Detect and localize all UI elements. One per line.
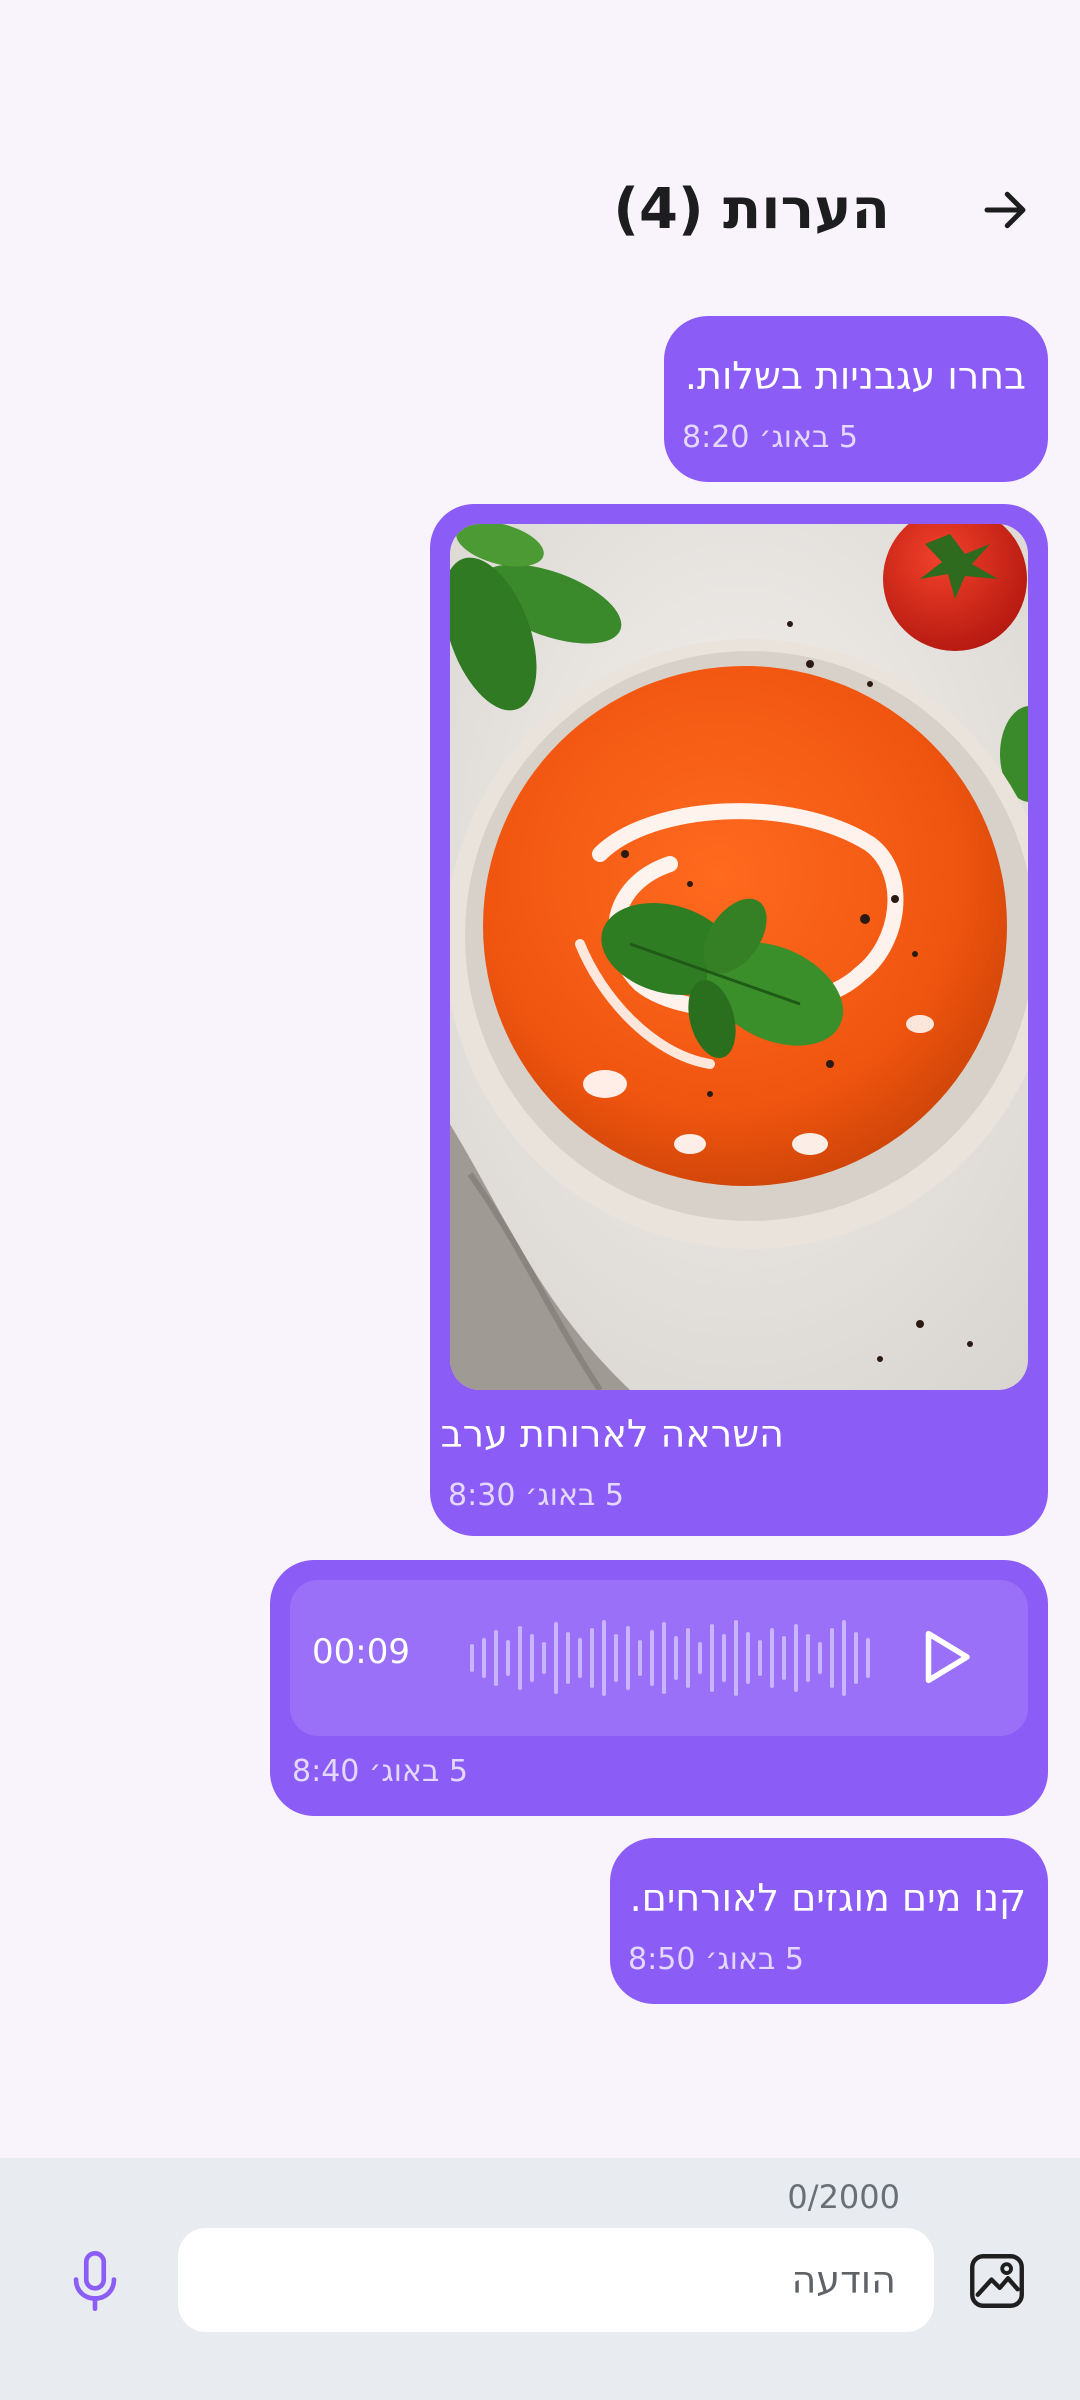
image-caption: השראה לארוחת ערב <box>440 1412 784 1456</box>
audio-duration: 00:09 <box>312 1632 410 1672</box>
message-bubble[interactable]: בחרו עגבניות בשלות. 5 באוג׳ 8:20 <box>664 316 1048 482</box>
waveform <box>470 1620 870 1696</box>
message-time: 5 באוג׳ 8:50 <box>628 1942 804 1977</box>
image-gallery-icon <box>970 2254 1024 2308</box>
char-counter: 0/2000 <box>787 2178 900 2216</box>
app-header: הערות (4) <box>0 160 1080 260</box>
audio-player: 00:09 <box>290 1580 1028 1736</box>
message-time: 5 באוג׳ 8:40 <box>292 1754 468 1789</box>
message-text: קנו מים מוגזים לאורחים. <box>629 1876 1026 1920</box>
tomato-soup-photo[interactable] <box>450 524 1028 1390</box>
message-composer: 0/2000 <box>0 2158 1080 2400</box>
image-message-bubble[interactable]: השראה לארוחת ערב 5 באוג׳ 8:30 <box>430 504 1048 1536</box>
message-bubble[interactable]: קנו מים מוגזים לאורחים. 5 באוג׳ 8:50 <box>610 1838 1048 2004</box>
back-button[interactable] <box>970 175 1040 245</box>
play-button[interactable] <box>912 1624 978 1690</box>
play-icon <box>925 1630 970 1684</box>
audio-message-bubble[interactable]: 00:09 5 באוג׳ 8:40 <box>270 1560 1048 1816</box>
attach-image-button[interactable] <box>964 2248 1030 2314</box>
arrow-right-icon <box>984 191 1026 229</box>
voice-record-button[interactable] <box>60 2246 130 2316</box>
message-time: 5 באוג׳ 8:30 <box>448 1478 624 1513</box>
message-time: 5 באוג׳ 8:20 <box>682 420 858 455</box>
microphone-icon <box>73 2250 117 2312</box>
page-title: הערות (4) <box>613 177 890 242</box>
message-input[interactable] <box>178 2228 934 2332</box>
message-text: בחרו עגבניות בשלות. <box>684 354 1026 398</box>
